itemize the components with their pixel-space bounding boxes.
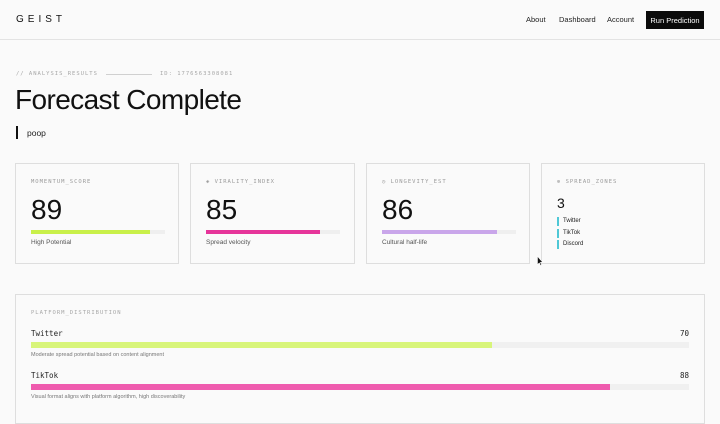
card-subtitle: Cultural half-life (382, 239, 428, 246)
query-text: poop (27, 128, 46, 138)
zone-tiktok: TikTok (557, 229, 580, 238)
progress-track (206, 230, 340, 234)
breadcrumb-divider (106, 74, 152, 75)
platform-fill (31, 384, 611, 390)
card-label: ◷ LONGEVITY_EST (382, 179, 447, 185)
zone-discord: Discord (557, 240, 583, 249)
card-value: 86 (382, 194, 414, 225)
breadcrumb: // ANALYSIS_RESULTS (16, 71, 98, 77)
card-value: 3 (557, 195, 565, 211)
progress-fill (382, 230, 498, 234)
virality-card: ◈ VIRALITY_INDEX 85 Spread velocity (190, 163, 355, 264)
progress-track (31, 230, 165, 234)
card-subtitle: High Potential (31, 239, 72, 246)
spread-zones-card: ⊕ SPREAD_ZONES 3 Twitter TikTok Discord (541, 163, 705, 264)
zone-twitter: Twitter (557, 217, 581, 226)
logo[interactable]: GEIST (16, 14, 66, 25)
query-accent-bar (16, 126, 18, 139)
card-label: MOMENTUM_SCORE (31, 179, 92, 185)
page-title: Forecast Complete (15, 84, 242, 115)
platform-track (31, 384, 689, 390)
card-label: ◈ VIRALITY_INDEX (206, 179, 275, 185)
platform-distribution-panel: PLATFORM_DISTRIBUTION Twitter 70 Moderat… (15, 294, 705, 424)
platform-name: Twitter (31, 329, 63, 338)
card-label: ⊕ SPREAD_ZONES (557, 179, 618, 185)
top-nav: GEIST About Dashboard Account Run Predic… (0, 0, 720, 40)
section-label: PLATFORM_DISTRIBUTION (31, 310, 122, 316)
progress-fill (206, 230, 320, 234)
progress-fill (31, 230, 151, 234)
platform-track (31, 342, 689, 348)
platform-score: 88 (679, 371, 689, 380)
platform-description: Visual format aligns with platform algor… (31, 394, 186, 400)
card-value: 89 (31, 194, 63, 225)
run-prediction-button[interactable]: Run Prediction (646, 11, 704, 29)
card-value: 85 (206, 194, 238, 225)
nav-link-dashboard[interactable]: Dashboard (559, 15, 596, 24)
nav-link-account[interactable]: Account (607, 15, 634, 24)
longevity-card: ◷ LONGEVITY_EST 86 Cultural half-life (366, 163, 530, 264)
platform-score: 70 (679, 329, 689, 338)
platform-fill (31, 342, 492, 348)
card-subtitle: Spread velocity (206, 239, 251, 246)
nav-link-about[interactable]: About (526, 15, 546, 24)
platform-description: Moderate spread potential based on conte… (31, 352, 165, 358)
momentum-card: MOMENTUM_SCORE 89 High Potential (15, 163, 179, 264)
mouse-cursor-icon (537, 256, 543, 266)
analysis-id: ID: 1776563308081 (160, 71, 234, 77)
platform-name: TikTok (31, 371, 59, 380)
progress-track (382, 230, 516, 234)
